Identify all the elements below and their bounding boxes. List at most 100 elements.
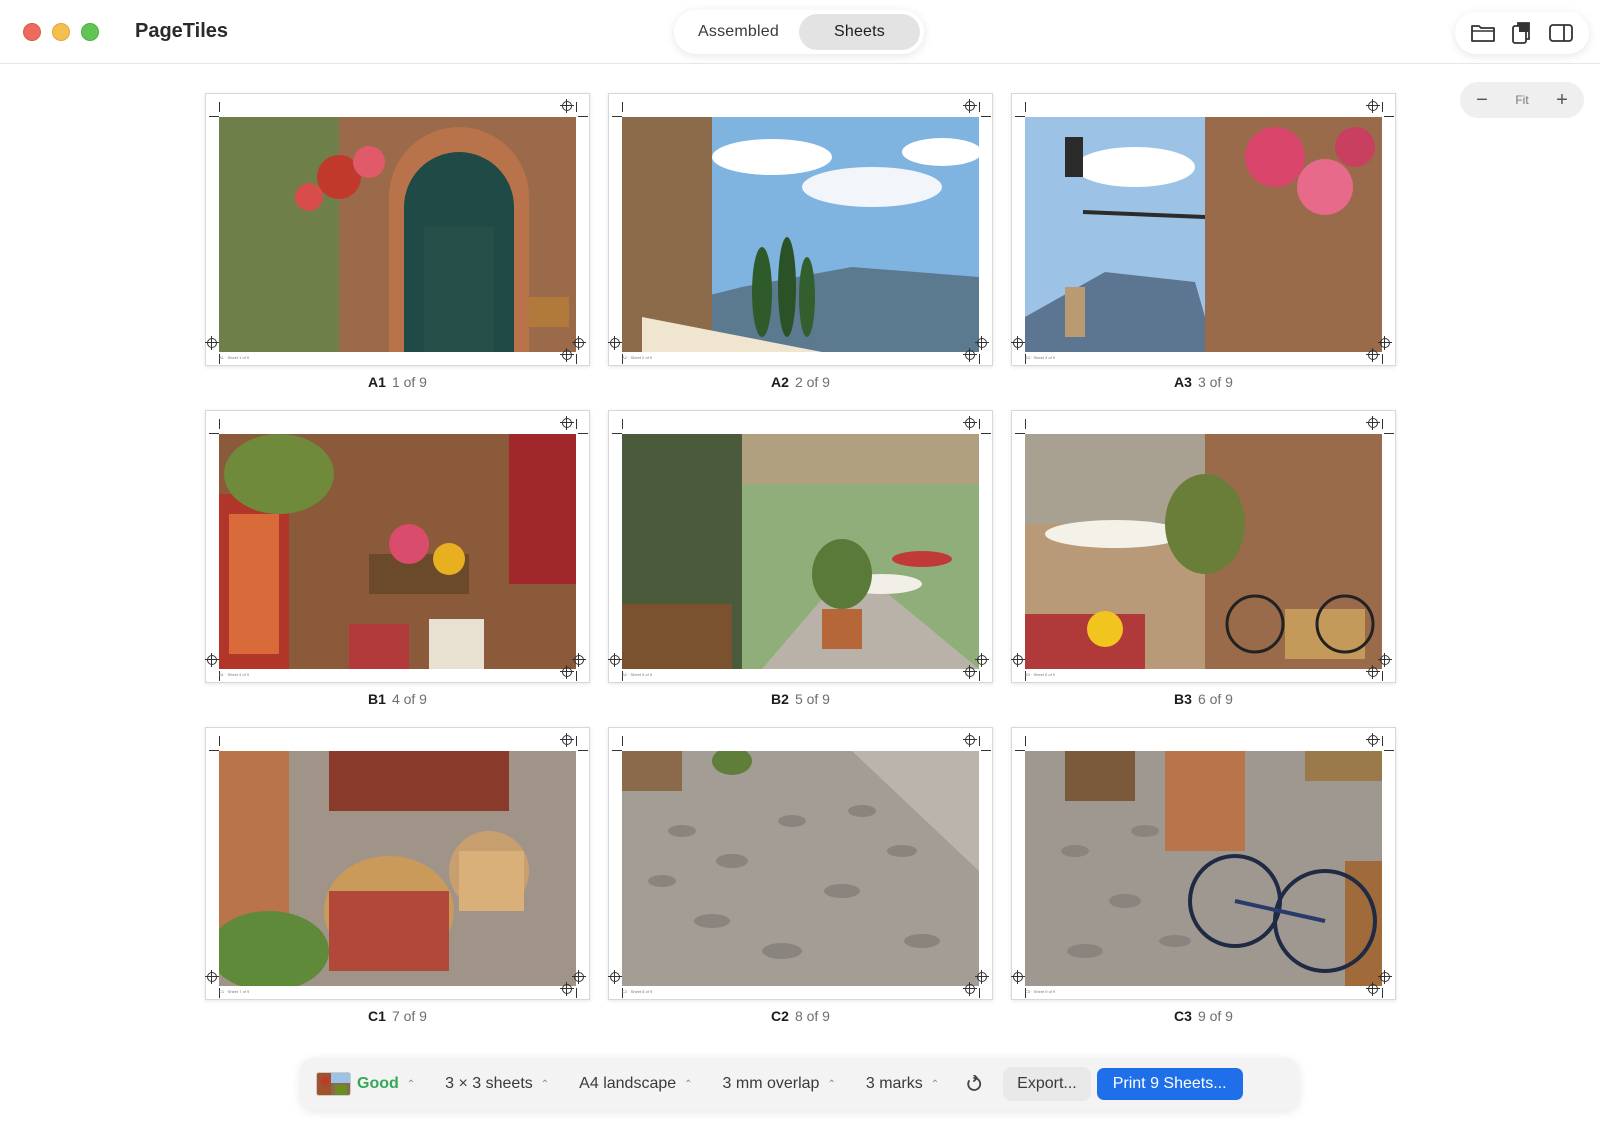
registration-mark-icon	[608, 336, 622, 350]
sheet-position: 9 of 9	[1197, 1008, 1233, 1024]
crop-mark	[1384, 433, 1394, 434]
reset-icon[interactable]	[959, 1069, 989, 1099]
crop-mark	[578, 750, 588, 751]
crop-mark	[576, 102, 577, 112]
sheet-page[interactable]: A2 · Sheet 2 of 9	[608, 93, 993, 366]
sheet-tile[interactable]: A3 · Sheet 3 of 9 A3 3 of 9	[1011, 93, 1396, 390]
crop-mark	[1025, 736, 1026, 746]
crop-mark	[981, 116, 991, 117]
registration-mark-icon	[963, 348, 977, 362]
sheet-tile[interactable]: B2 · Sheet 5 of 9 B2 5 of 9	[608, 410, 993, 707]
registration-mark-icon	[975, 653, 989, 667]
registration-mark-icon	[572, 653, 586, 667]
sheet-caption: B2 5 of 9	[608, 691, 993, 707]
sheet-page[interactable]: B3 · Sheet 6 of 9	[1011, 410, 1396, 683]
sheet-position: 1 of 9	[391, 374, 427, 390]
folder-icon[interactable]	[1468, 18, 1498, 48]
sheet-tile[interactable]: C1 · Sheet 7 of 9 C1 7 of 9	[205, 727, 590, 1024]
sheet-id: B1	[368, 691, 386, 707]
sheet-page[interactable]: C1 · Sheet 7 of 9	[205, 727, 590, 1000]
copy-pages-icon[interactable]	[1507, 18, 1537, 48]
sheet-id: A3	[1174, 374, 1192, 390]
grid-size-selector[interactable]: 3 × 3 sheets ⌃	[445, 1075, 549, 1093]
crop-mark	[1025, 419, 1026, 429]
registration-mark-icon	[1378, 336, 1392, 350]
sheet-position: 6 of 9	[1197, 691, 1233, 707]
crop-mark	[979, 102, 980, 112]
chevron-up-icon: ⌃	[684, 1078, 693, 1090]
export-button[interactable]: Export...	[1003, 1067, 1091, 1101]
marks-selector[interactable]: 3 marks ⌃	[866, 1075, 939, 1093]
grid-size-label: 3 × 3 sheets	[445, 1075, 533, 1092]
registration-mark-icon	[205, 970, 219, 984]
crop-mark	[209, 116, 219, 117]
sheet-tile[interactable]: A1 · Sheet 1 of 9 A1 1 of 9	[205, 93, 590, 390]
tab-sheets[interactable]: Sheets	[799, 14, 920, 50]
sheet-image	[622, 434, 979, 669]
crop-mark	[612, 433, 622, 434]
sheet-page[interactable]: A3 · Sheet 3 of 9	[1011, 93, 1396, 366]
sheet-page[interactable]: C3 · Sheet 9 of 9	[1011, 727, 1396, 1000]
zoom-fit-button[interactable]: Fit	[1515, 93, 1528, 107]
sheet-page[interactable]: B1 · Sheet 4 of 9	[205, 410, 590, 683]
registration-mark-icon	[975, 970, 989, 984]
tab-assembled[interactable]: Assembled	[678, 14, 799, 50]
zoom-control: − Fit +	[1460, 82, 1584, 118]
quality-selector[interactable]: Good ⌃	[316, 1072, 415, 1096]
crop-mark	[612, 116, 622, 117]
crop-mark	[981, 750, 991, 751]
sheet-page[interactable]: C2 · Sheet 8 of 9	[608, 727, 993, 1000]
crop-mark	[1382, 988, 1383, 998]
registration-mark-icon	[560, 733, 574, 747]
sheet-image	[622, 117, 979, 352]
registration-mark-icon	[963, 733, 977, 747]
title-bar: PageTiles Assembled Sheets	[0, 0, 1600, 64]
sheet-id: C1	[368, 1008, 386, 1024]
sheet-tile[interactable]: B1 · Sheet 4 of 9 B1 4 of 9	[205, 410, 590, 707]
close-window-button[interactable]	[23, 23, 41, 41]
sidebar-icon[interactable]	[1546, 18, 1576, 48]
crop-mark	[209, 750, 219, 751]
crop-mark	[622, 102, 623, 112]
zoom-in-button[interactable]: +	[1550, 88, 1574, 112]
crop-mark	[209, 433, 219, 434]
sheet-caption: B1 4 of 9	[205, 691, 590, 707]
sheet-tile[interactable]: C2 · Sheet 8 of 9 C2 8 of 9	[608, 727, 993, 1024]
sheet-id: A1	[368, 374, 386, 390]
sheet-tile[interactable]: A2 · Sheet 2 of 9 A2 2 of 9	[608, 93, 993, 390]
registration-mark-icon	[560, 665, 574, 679]
sheet-footer-label: B3 · Sheet 6 of 9	[1025, 672, 1056, 677]
registration-mark-icon	[1011, 970, 1025, 984]
print-button[interactable]: Print 9 Sheets...	[1096, 1068, 1243, 1100]
bottom-toolbar: Good ⌃ 3 × 3 sheets ⌃ A4 landscape ⌃ 3 m…	[300, 1058, 1299, 1110]
sheet-footer-label: B1 · Sheet 4 of 9	[219, 672, 250, 677]
crop-mark	[576, 671, 577, 681]
sheet-tile[interactable]: B3 · Sheet 6 of 9 B3 6 of 9	[1011, 410, 1396, 707]
registration-mark-icon	[963, 416, 977, 430]
paper-size-selector[interactable]: A4 landscape ⌃	[579, 1075, 692, 1093]
sheet-footer-label: C3 · Sheet 9 of 9	[1025, 989, 1056, 994]
crop-mark	[622, 736, 623, 746]
crop-mark	[979, 419, 980, 429]
toolbar-icon-group	[1455, 12, 1589, 54]
sheet-position: 7 of 9	[391, 1008, 427, 1024]
registration-mark-icon	[1378, 970, 1392, 984]
registration-mark-icon	[560, 99, 574, 113]
minimize-window-button[interactable]	[52, 23, 70, 41]
zoom-out-button[interactable]: −	[1470, 88, 1494, 112]
crop-mark	[576, 354, 577, 364]
zoom-window-button[interactable]	[81, 23, 99, 41]
sheet-page[interactable]: A1 · Sheet 1 of 9	[205, 93, 590, 366]
sheet-footer-label: A3 · Sheet 3 of 9	[1025, 355, 1056, 360]
registration-mark-icon	[1366, 99, 1380, 113]
crop-mark	[578, 433, 588, 434]
registration-mark-icon	[560, 982, 574, 996]
sheet-tile[interactable]: C3 · Sheet 9 of 9 C3 9 of 9	[1011, 727, 1396, 1024]
paper-size-label: A4 landscape	[579, 1075, 677, 1092]
sheet-page[interactable]: B2 · Sheet 5 of 9	[608, 410, 993, 683]
crop-mark	[979, 736, 980, 746]
registration-mark-icon	[560, 416, 574, 430]
overlap-selector[interactable]: 3 mm overlap ⌃	[723, 1075, 836, 1093]
quality-label: Good	[357, 1075, 399, 1092]
sheet-id: C2	[771, 1008, 789, 1024]
